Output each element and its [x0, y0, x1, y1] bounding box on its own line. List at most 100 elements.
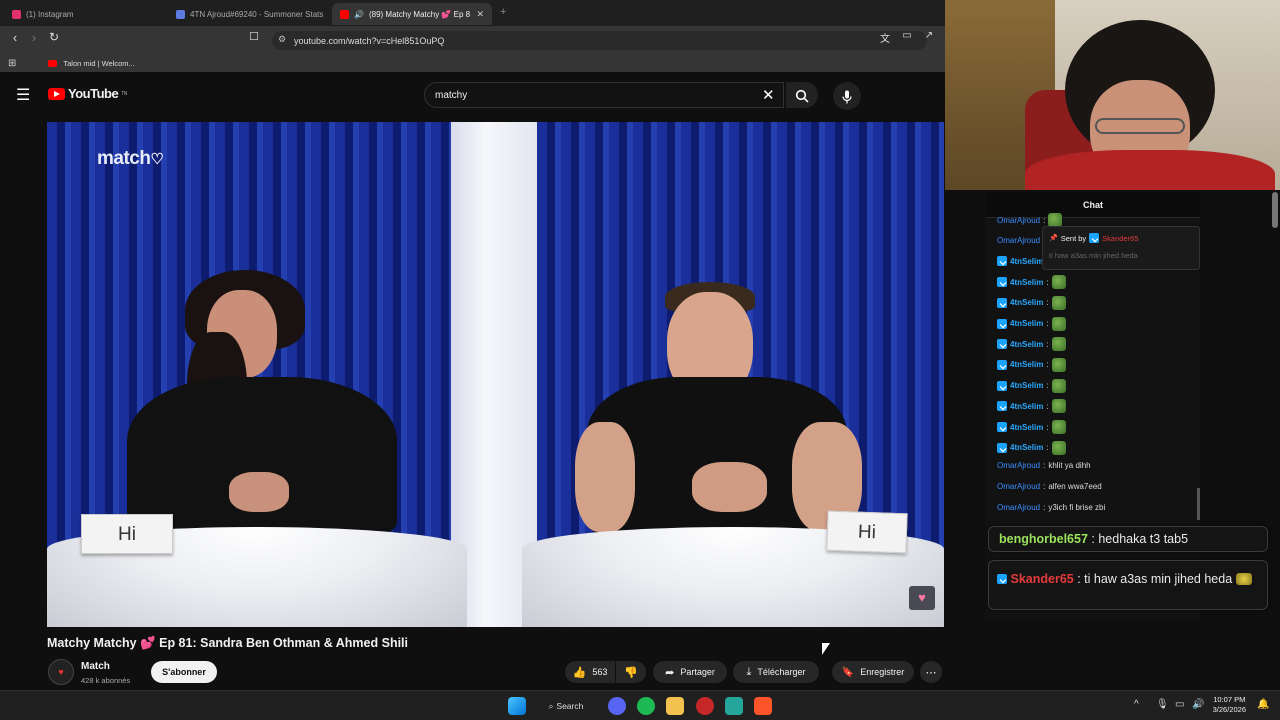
- notification-icon[interactable]: 🔔: [1257, 699, 1269, 710]
- video-player[interactable]: match♡ Hi Hi ♥: [47, 122, 944, 627]
- instagram-icon: [12, 9, 21, 19]
- chat-username[interactable]: 4tnSelim: [1010, 298, 1043, 307]
- voice-search-button[interactable]: [833, 82, 861, 110]
- chat-username[interactable]: 4tnSelim: [1010, 278, 1043, 287]
- chat-username[interactable]: 4tnSelim: [1010, 423, 1043, 432]
- reload-icon[interactable]: ↻: [45, 30, 63, 44]
- country-code: TN: [121, 90, 127, 97]
- match-watermark: match♡: [97, 148, 164, 169]
- taskbar-search[interactable]: ⌕ Search: [540, 696, 592, 716]
- microphone-icon: [842, 90, 852, 104]
- chat-username[interactable]: 4tnSelim: [1010, 257, 1043, 266]
- chat-username[interactable]: OmarAjroud: [997, 461, 1040, 470]
- person-right-hands: [692, 462, 767, 512]
- site-info-icon[interactable]: ⚙: [278, 34, 286, 45]
- search-button[interactable]: [786, 82, 818, 108]
- chat-message: 4tnSelim:: [997, 440, 1066, 455]
- more-icon: ⋯: [925, 666, 937, 679]
- obs-icon[interactable]: [696, 697, 714, 715]
- forward-icon[interactable]: ›: [25, 30, 43, 45]
- search-icon: [795, 89, 809, 103]
- search-input[interactable]: matchy: [424, 82, 784, 108]
- verified-badge-icon: [997, 574, 1007, 584]
- microphone-icon[interactable]: 🎙: [1156, 699, 1169, 710]
- share-arrow-icon: ➦: [665, 666, 675, 679]
- chat-username[interactable]: 4tnSelim: [1010, 381, 1043, 390]
- back-icon[interactable]: ‹: [6, 30, 24, 45]
- discord-icon[interactable]: [608, 697, 626, 715]
- chat-username[interactable]: 4tnSelim: [1010, 360, 1043, 369]
- translate-icon[interactable]: 文: [876, 30, 894, 45]
- tab-label: 4TN Ajroud#69240 - Summoner Stats: [190, 9, 324, 19]
- chat-username[interactable]: 4tnSelim: [1010, 443, 1043, 452]
- chat-message: OmarAjroud: khlit ya dihh: [997, 461, 1091, 471]
- chat-username[interactable]: 4tnSelim: [1010, 340, 1043, 349]
- mouse-cursor: [822, 643, 830, 655]
- person-left-hands: [229, 472, 289, 512]
- tab-label: (89) Matchy Matchy 💕 Ep 8: [368, 9, 471, 19]
- url-field[interactable]: ⚙ youtube.com/watch?v=cHel851OuPQ: [272, 31, 927, 50]
- clock-time: 10:07 PM: [1213, 695, 1246, 704]
- chat-username[interactable]: OmarAjroud: [997, 503, 1040, 512]
- more-actions-button[interactable]: ⋯: [920, 661, 942, 683]
- address-bar-row: ‹ › ↻ ☐ ⚙ youtube.com/watch?v=cHel851OuP…: [0, 26, 945, 54]
- chat-username[interactable]: OmarAjroud: [997, 482, 1040, 491]
- file-explorer-icon[interactable]: [666, 697, 684, 715]
- verified-badge-icon: [997, 380, 1007, 391]
- like-button[interactable]: 👍 563: [565, 661, 615, 683]
- verified-badge-icon: [1089, 233, 1100, 243]
- overlay-username: benghorbel657: [999, 532, 1088, 546]
- emote-icon: [1051, 399, 1066, 414]
- brave-browser-icon[interactable]: [754, 697, 772, 715]
- chat-username[interactable]: 4tnSelim: [1010, 402, 1043, 411]
- close-tab-icon[interactable]: ✕: [476, 9, 484, 20]
- dislike-button[interactable]: 👎: [616, 661, 646, 683]
- youtube-play-icon: [48, 87, 65, 100]
- download-icon: ⤓: [746, 665, 752, 678]
- clear-search-icon[interactable]: ✕: [762, 86, 775, 104]
- share-icon[interactable]: ↗: [920, 30, 938, 41]
- subscribe-button[interactable]: S'abonner: [151, 661, 217, 683]
- verified-badge-icon: [997, 256, 1007, 267]
- emote-icon: [1235, 573, 1252, 585]
- chat-message: OmarAjroud: y3ich fi brise zbi: [997, 502, 1106, 512]
- spotify-icon[interactable]: [637, 697, 655, 715]
- volume-icon[interactable]: 🔊: [1192, 699, 1204, 710]
- download-button[interactable]: ⤓ Télécharger: [733, 661, 819, 683]
- channel-avatar[interactable]: ♥: [48, 659, 74, 685]
- new-tab-button[interactable]: +: [500, 6, 506, 18]
- page-scrollbar[interactable]: [1272, 192, 1278, 228]
- start-windows-icon[interactable]: [508, 697, 526, 715]
- chat-username[interactable]: 4tnSelim: [1010, 319, 1043, 328]
- chat-username[interactable]: OmarAjroud: [997, 236, 1040, 245]
- emote-icon: [1048, 213, 1063, 227]
- cast-icon[interactable]: ▭: [898, 30, 916, 41]
- taskbar-clock[interactable]: 10:07 PM 3/26/2026: [1213, 695, 1246, 715]
- bookmark-item[interactable]: Talon mid | Welcom...: [63, 59, 134, 68]
- save-button[interactable]: 🔖 Enregistrer: [832, 661, 914, 683]
- pinned-label: Sent by: [1060, 233, 1087, 243]
- network-icon[interactable]: ▭: [1175, 699, 1184, 710]
- share-button[interactable]: ➦ Partager: [653, 661, 727, 683]
- pinned-user[interactable]: Skander65: [1102, 234, 1138, 243]
- chat-username[interactable]: OmarAjroud: [997, 216, 1040, 225]
- tab-instagram[interactable]: (1) Instagram: [4, 3, 164, 25]
- tray-overflow-icon[interactable]: ^: [1134, 699, 1139, 710]
- chat-scrollbar[interactable]: [1197, 488, 1200, 520]
- hamburger-menu-icon[interactable]: ☰: [16, 85, 32, 105]
- search-icon: ⌕: [548, 700, 554, 711]
- tab-summoner-stats[interactable]: 4TN Ajroud#69240 - Summoner Stats: [168, 3, 328, 25]
- person-left-body: [127, 377, 397, 537]
- verified-badge-icon: [997, 339, 1007, 350]
- chat-message: 4tnSelim:: [997, 399, 1066, 414]
- webcam-glasses: [1095, 118, 1185, 134]
- youtube-logo[interactable]: YouTube TN: [48, 86, 127, 101]
- bookmark-star-icon[interactable]: ☐: [245, 30, 263, 43]
- apps-grid-icon[interactable]: ⊞: [8, 58, 16, 69]
- channel-watermark-icon[interactable]: ♥: [909, 586, 935, 610]
- bookmarks-bar: ⊞ Talon mid | Welcom...: [0, 54, 945, 72]
- webcam-overlay: [945, 0, 1280, 190]
- channel-name[interactable]: Match: [81, 661, 110, 672]
- app-icon[interactable]: [725, 697, 743, 715]
- tab-youtube-video[interactable]: 🔊 (89) Matchy Matchy 💕 Ep 8 ✕: [332, 3, 492, 25]
